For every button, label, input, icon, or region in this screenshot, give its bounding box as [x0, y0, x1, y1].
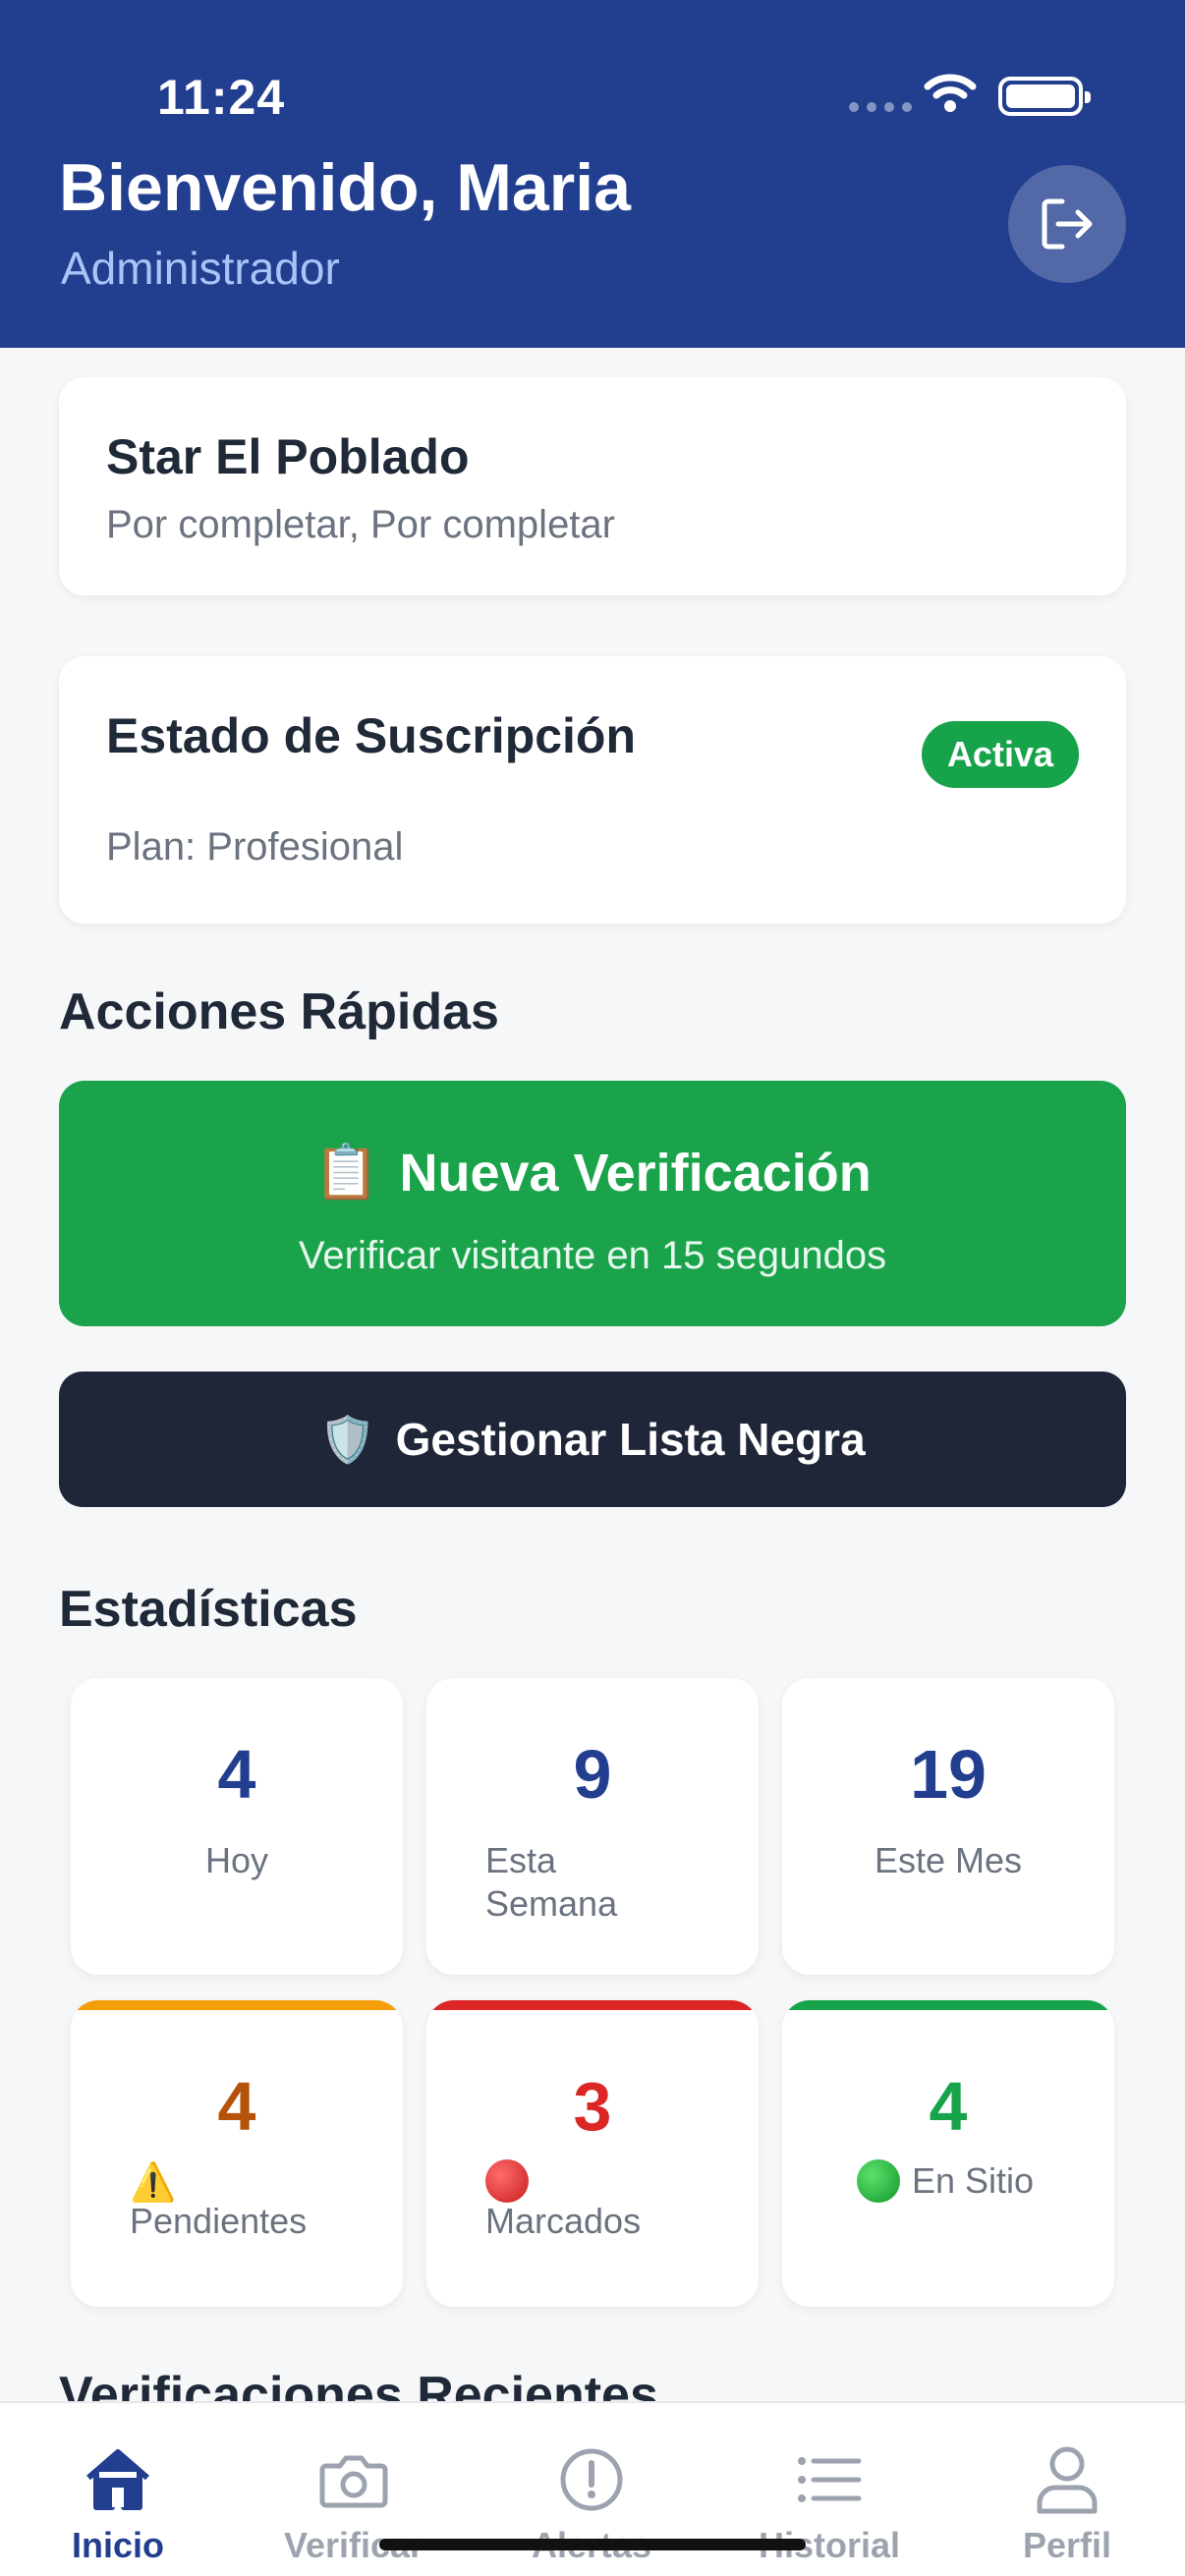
stat-onsite-accent: [782, 2000, 1114, 2010]
new-verification-label: Nueva Verificación: [399, 1143, 872, 1203]
stat-month-value: 19: [910, 1736, 987, 1813]
logout-button[interactable]: [1008, 165, 1126, 283]
stat-today: 4 Hoy: [71, 1678, 403, 1975]
stat-week: 9 Esta Semana: [426, 1678, 759, 1975]
stat-flagged-accent: [426, 2000, 759, 2010]
stats-title: Estadísticas: [59, 1581, 358, 1638]
tab-perfil-label: Perfil: [1022, 2525, 1112, 2565]
new-verification-button[interactable]: 📋 Nueva Verificación Verificar visitante…: [59, 1081, 1126, 1326]
tab-inicio[interactable]: Inicio: [20, 2440, 216, 2566]
alert-icon: [560, 2448, 623, 2511]
list-icon: [798, 2457, 862, 2502]
stat-pending-value: 4: [217, 2068, 256, 2145]
new-verification-subtitle: Verificar visitante en 15 segundos: [298, 1234, 887, 1277]
manage-blacklist-button[interactable]: 🛡️ Gestionar Lista Negra: [59, 1372, 1126, 1507]
stat-onsite-label: En Sitio: [912, 2160, 1035, 2201]
wifi-icon: [924, 74, 977, 112]
logout-icon: [1042, 198, 1093, 250]
site-name: Star El Poblado: [106, 429, 470, 484]
clipboard-icon: 📋: [313, 1143, 380, 1202]
stat-flagged-value: 3: [573, 2068, 612, 2145]
greeting-title: Bienvenido, Maria: [59, 150, 631, 225]
user-role: Administrador: [61, 243, 340, 294]
site-address: Por completar, Por completar: [106, 503, 615, 546]
stat-month: 19 Este Mes: [782, 1678, 1114, 1975]
battery-icon: [998, 77, 1091, 116]
stat-pending-accent: [71, 2000, 403, 2010]
subscription-title: Estado de Suscripción: [106, 708, 637, 763]
status-time: 11:24: [157, 70, 286, 125]
tab-perfil[interactable]: Perfil: [969, 2440, 1165, 2566]
green-circle-icon: [857, 2159, 900, 2203]
stat-onsite[interactable]: 4 En Sitio: [782, 2000, 1114, 2307]
shield-icon: 🛡️: [319, 1413, 376, 1465]
warning-icon: ⚠️: [130, 2162, 177, 2204]
stat-week-value: 9: [573, 1736, 612, 1813]
tab-inicio-label: Inicio: [71, 2525, 164, 2565]
subscription-plan: Plan: Profesional: [106, 825, 404, 868]
subscription-status-badge: Activa: [921, 721, 1079, 788]
site-card: Star El Poblado Por completar, Por compl…: [59, 377, 1126, 595]
stat-today-value: 4: [217, 1736, 256, 1813]
stat-today-label: Hoy: [204, 1840, 269, 1880]
stat-month-label: Este Mes: [874, 1840, 1023, 1880]
manage-blacklist-label: Gestionar Lista Negra: [395, 1414, 866, 1465]
camera-icon: [319, 2455, 388, 2508]
stat-pending[interactable]: 4 ⚠️ Pendientes: [71, 2000, 403, 2307]
stat-onsite-value: 4: [929, 2068, 968, 2145]
home-indicator: [379, 2539, 806, 2550]
quick-actions-title: Acciones Rápidas: [59, 983, 499, 1040]
user-icon: [1037, 2446, 1098, 2514]
cellular-signal-icon: [849, 102, 912, 112]
stat-flagged[interactable]: 3 Marcados: [426, 2000, 759, 2307]
home-icon: [86, 2449, 149, 2510]
stat-flagged-label: Marcados: [485, 2201, 642, 2241]
app-header: 11:24 Bienvenido, Maria Administrador: [0, 0, 1185, 348]
stat-pending-label: Pendientes: [130, 2201, 308, 2241]
subscription-card: Estado de Suscripción Activa Plan: Profe…: [59, 656, 1126, 924]
red-circle-icon: [485, 2159, 529, 2203]
stat-week-label: Esta Semana: [485, 1840, 618, 1924]
